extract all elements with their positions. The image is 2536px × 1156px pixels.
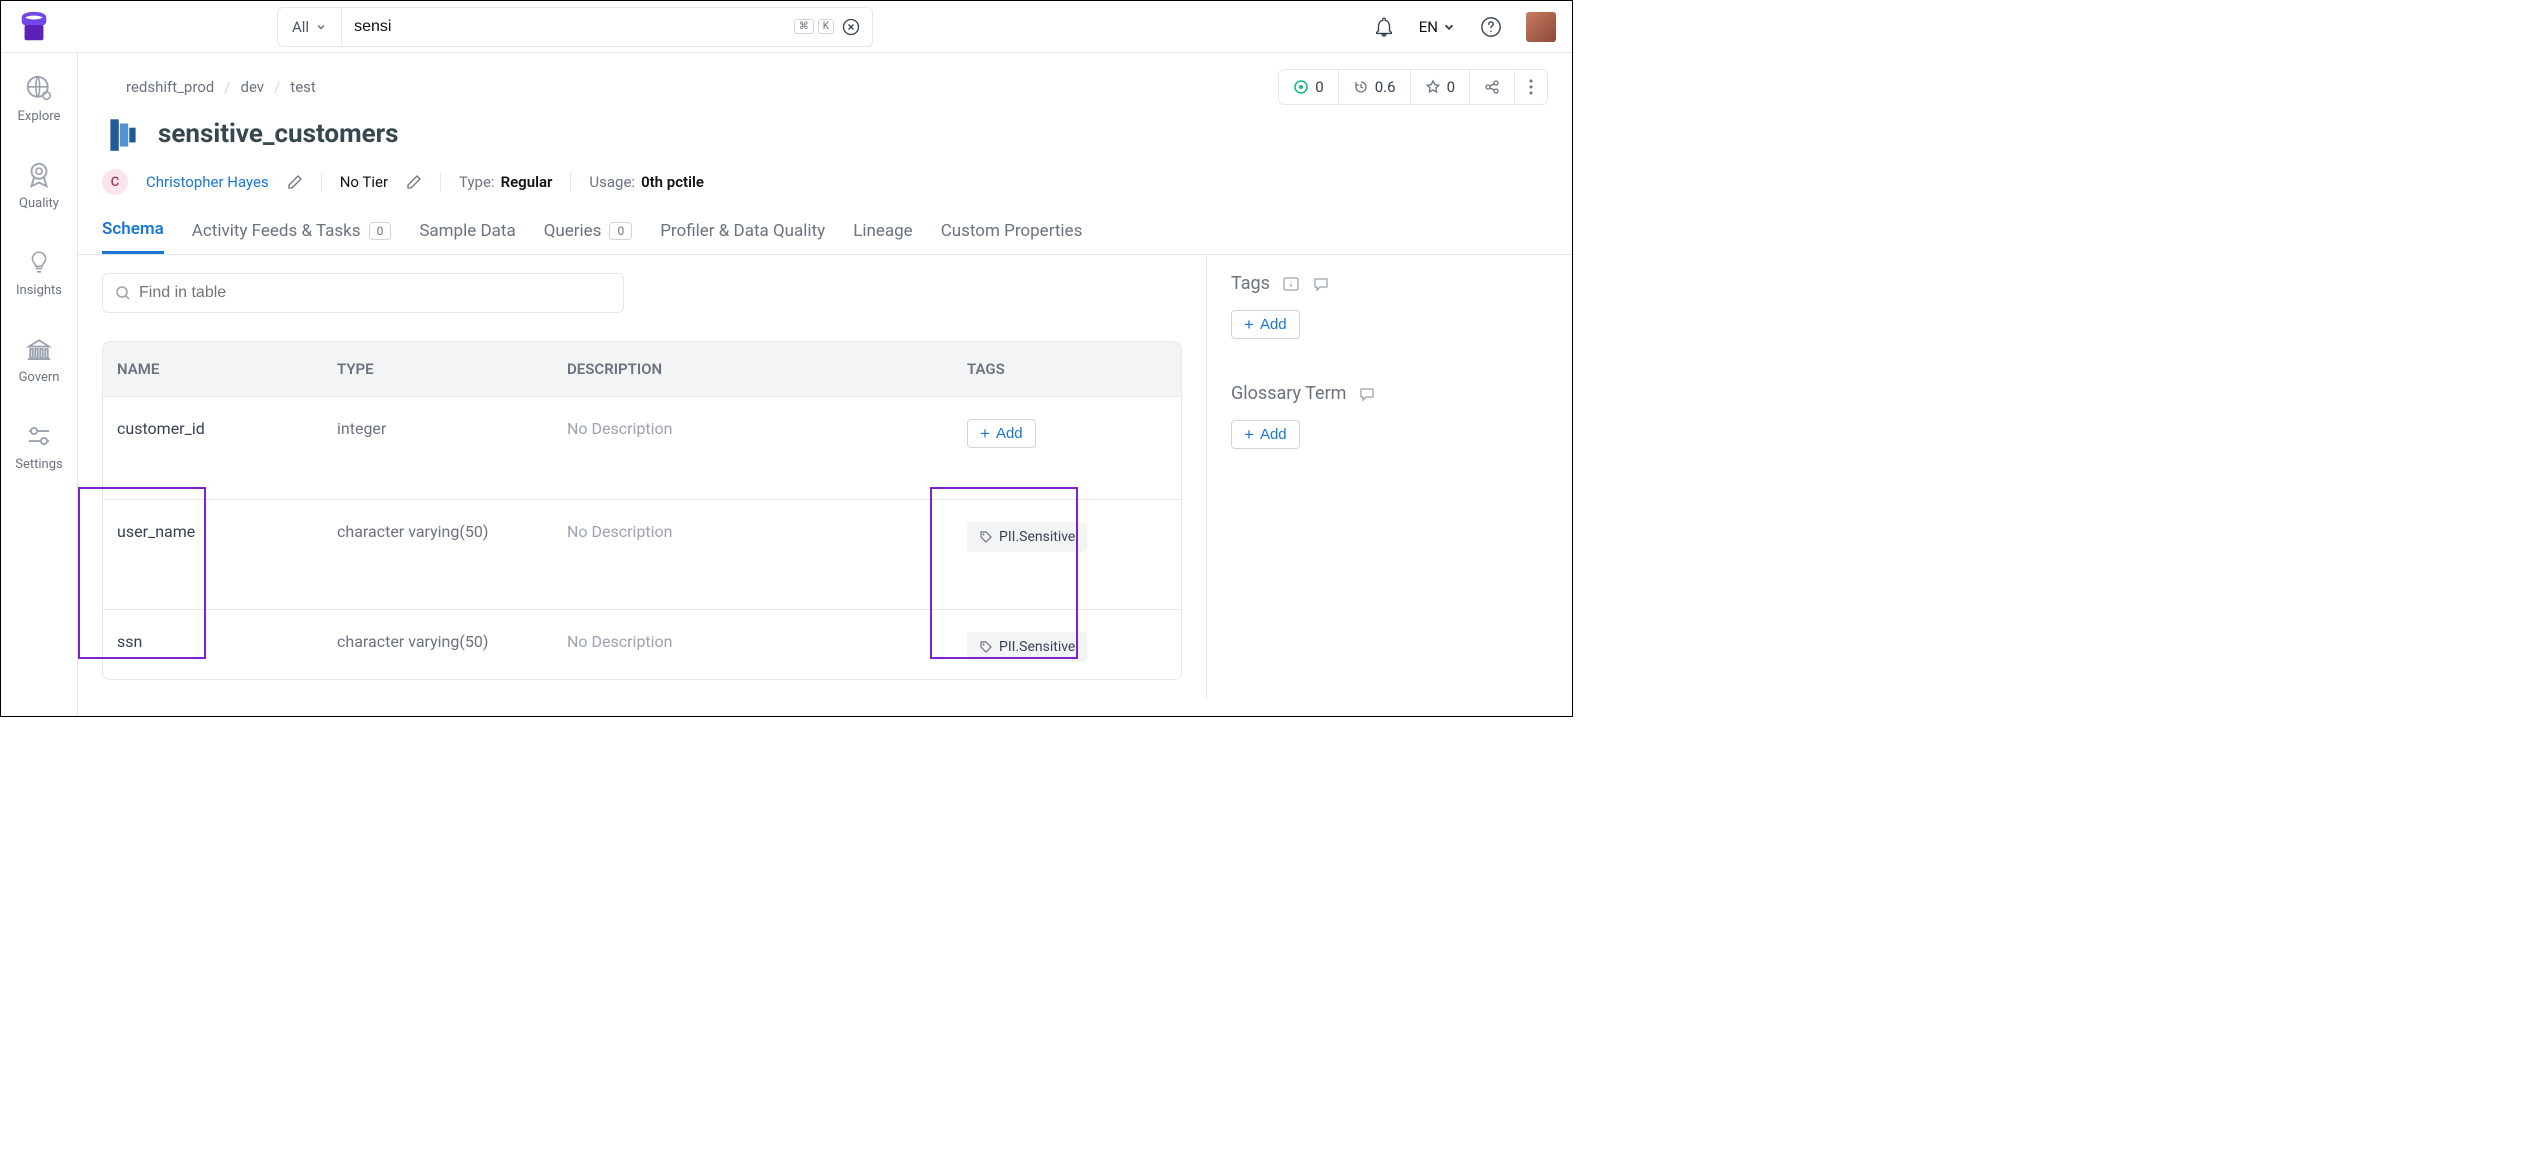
edit-tier-icon[interactable] (406, 174, 422, 190)
column-name: user_name (117, 522, 337, 541)
tab-sample-data[interactable]: Sample Data (419, 219, 515, 254)
sidebar-item-quality[interactable]: Quality (19, 160, 59, 211)
share-icon (1484, 79, 1500, 95)
globe-search-icon (24, 73, 54, 103)
tab-custom-properties[interactable]: Custom Properties (941, 219, 1083, 254)
type-value: Regular (501, 173, 553, 191)
page-title: sensitive_customers (158, 119, 399, 149)
stats-bar: 0 0.6 0 (1278, 69, 1548, 105)
table-row: user_name character varying(50) No Descr… (103, 499, 1181, 609)
tabs: Schema Activity Feeds & Tasks0 Sample Da… (78, 195, 1572, 255)
stat-more[interactable] (1515, 71, 1547, 103)
tab-profiler[interactable]: Profiler & Data Quality (660, 219, 825, 254)
search-icon (115, 285, 131, 301)
sidebar-item-insights[interactable]: Insights (16, 247, 62, 298)
clear-search-icon[interactable] (842, 18, 860, 36)
stat-stars[interactable]: 0 (1411, 70, 1470, 104)
star-icon (1425, 79, 1441, 95)
tag-chip[interactable]: PII.Sensitive (967, 632, 1087, 662)
tab-activity[interactable]: Activity Feeds & Tasks0 (192, 219, 392, 254)
table-row: customer_id integer No Description +Add (103, 396, 1181, 499)
column-description: No Description (567, 419, 967, 438)
tag-chip[interactable]: PII.Sensitive (967, 522, 1087, 552)
find-in-table[interactable] (102, 273, 624, 313)
tab-lineage[interactable]: Lineage (853, 219, 913, 254)
find-input[interactable] (139, 284, 611, 302)
notifications-icon[interactable] (1373, 16, 1395, 38)
add-glossary-button[interactable]: +Add (1231, 420, 1300, 449)
history-icon (1353, 79, 1369, 95)
chevron-down-icon (1442, 20, 1456, 34)
edit-owner-icon[interactable] (287, 174, 303, 190)
table-row: ssn character varying(50) No Description… (103, 609, 1181, 679)
col-header-name: NAME (117, 360, 337, 378)
search-filter-dropdown[interactable]: All (278, 8, 342, 46)
sidebar-item-settings[interactable]: Settings (15, 421, 62, 472)
schema-table: NAME TYPE DESCRIPTION TAGS customer_id i… (102, 341, 1182, 680)
type-label: Type: (459, 173, 495, 191)
search-shortcut-hint: ⌘ K (794, 19, 834, 34)
redshift-icon (102, 113, 144, 155)
search-input[interactable] (354, 18, 794, 36)
column-type: character varying(50) (337, 522, 567, 541)
chat-icon[interactable] (1312, 275, 1330, 293)
tab-schema[interactable]: Schema (102, 219, 164, 254)
column-description: No Description (567, 632, 967, 651)
usage-value: 0th pctile (641, 173, 704, 191)
sidebar-item-govern[interactable]: Govern (19, 334, 60, 385)
language-selector[interactable]: EN (1419, 18, 1456, 36)
breadcrumb-item[interactable]: test (290, 78, 316, 96)
breadcrumb-item[interactable]: redshift_prod (126, 78, 214, 96)
app-logo[interactable] (17, 10, 51, 44)
tag-icon (979, 530, 993, 544)
sidebar-item-explore[interactable]: Explore (18, 73, 61, 124)
chat-icon[interactable] (1358, 385, 1376, 403)
chevron-down-icon (315, 21, 327, 33)
tab-queries[interactable]: Queries0 (544, 219, 633, 254)
column-type: integer (337, 419, 567, 438)
bank-icon (24, 334, 54, 364)
kebab-icon (1529, 79, 1533, 95)
search-bar: All ⌘ K (277, 7, 873, 47)
stat-share[interactable] (1470, 71, 1515, 103)
sliders-icon (24, 421, 54, 451)
usage-label: Usage: (589, 173, 635, 191)
breadcrumb-item[interactable]: dev (240, 78, 264, 96)
add-tag-button[interactable]: +Add (967, 419, 1036, 448)
ribbon-icon (24, 160, 54, 190)
breadcrumb: redshift_prod/ dev/ test (102, 78, 340, 96)
info-card-icon[interactable] (1282, 275, 1300, 293)
owner-name-link[interactable]: Christopher Hayes (146, 173, 269, 191)
stat-version[interactable]: 0.6 (1339, 70, 1411, 104)
tags-section-title: Tags (1231, 273, 1270, 294)
glossary-section-title: Glossary Term (1231, 383, 1346, 404)
tier-label: No Tier (340, 173, 388, 191)
sidebar: Explore Quality Insights Govern Settings (1, 53, 78, 716)
help-icon[interactable] (1480, 16, 1502, 38)
add-tag-button[interactable]: +Add (1231, 310, 1300, 339)
col-header-tags: TAGS (967, 360, 1167, 378)
column-name: ssn (117, 632, 337, 651)
user-avatar[interactable] (1526, 12, 1556, 42)
tag-icon (979, 640, 993, 654)
col-header-type: TYPE (337, 360, 567, 378)
column-description: No Description (567, 522, 967, 541)
owner-avatar: C (102, 169, 128, 195)
column-type: character varying(50) (337, 632, 567, 651)
stat-alerts[interactable]: 0 (1279, 70, 1338, 104)
col-header-description: DESCRIPTION (567, 360, 967, 378)
target-icon (1293, 79, 1309, 95)
lightbulb-icon (26, 247, 52, 277)
column-name: customer_id (117, 419, 337, 438)
